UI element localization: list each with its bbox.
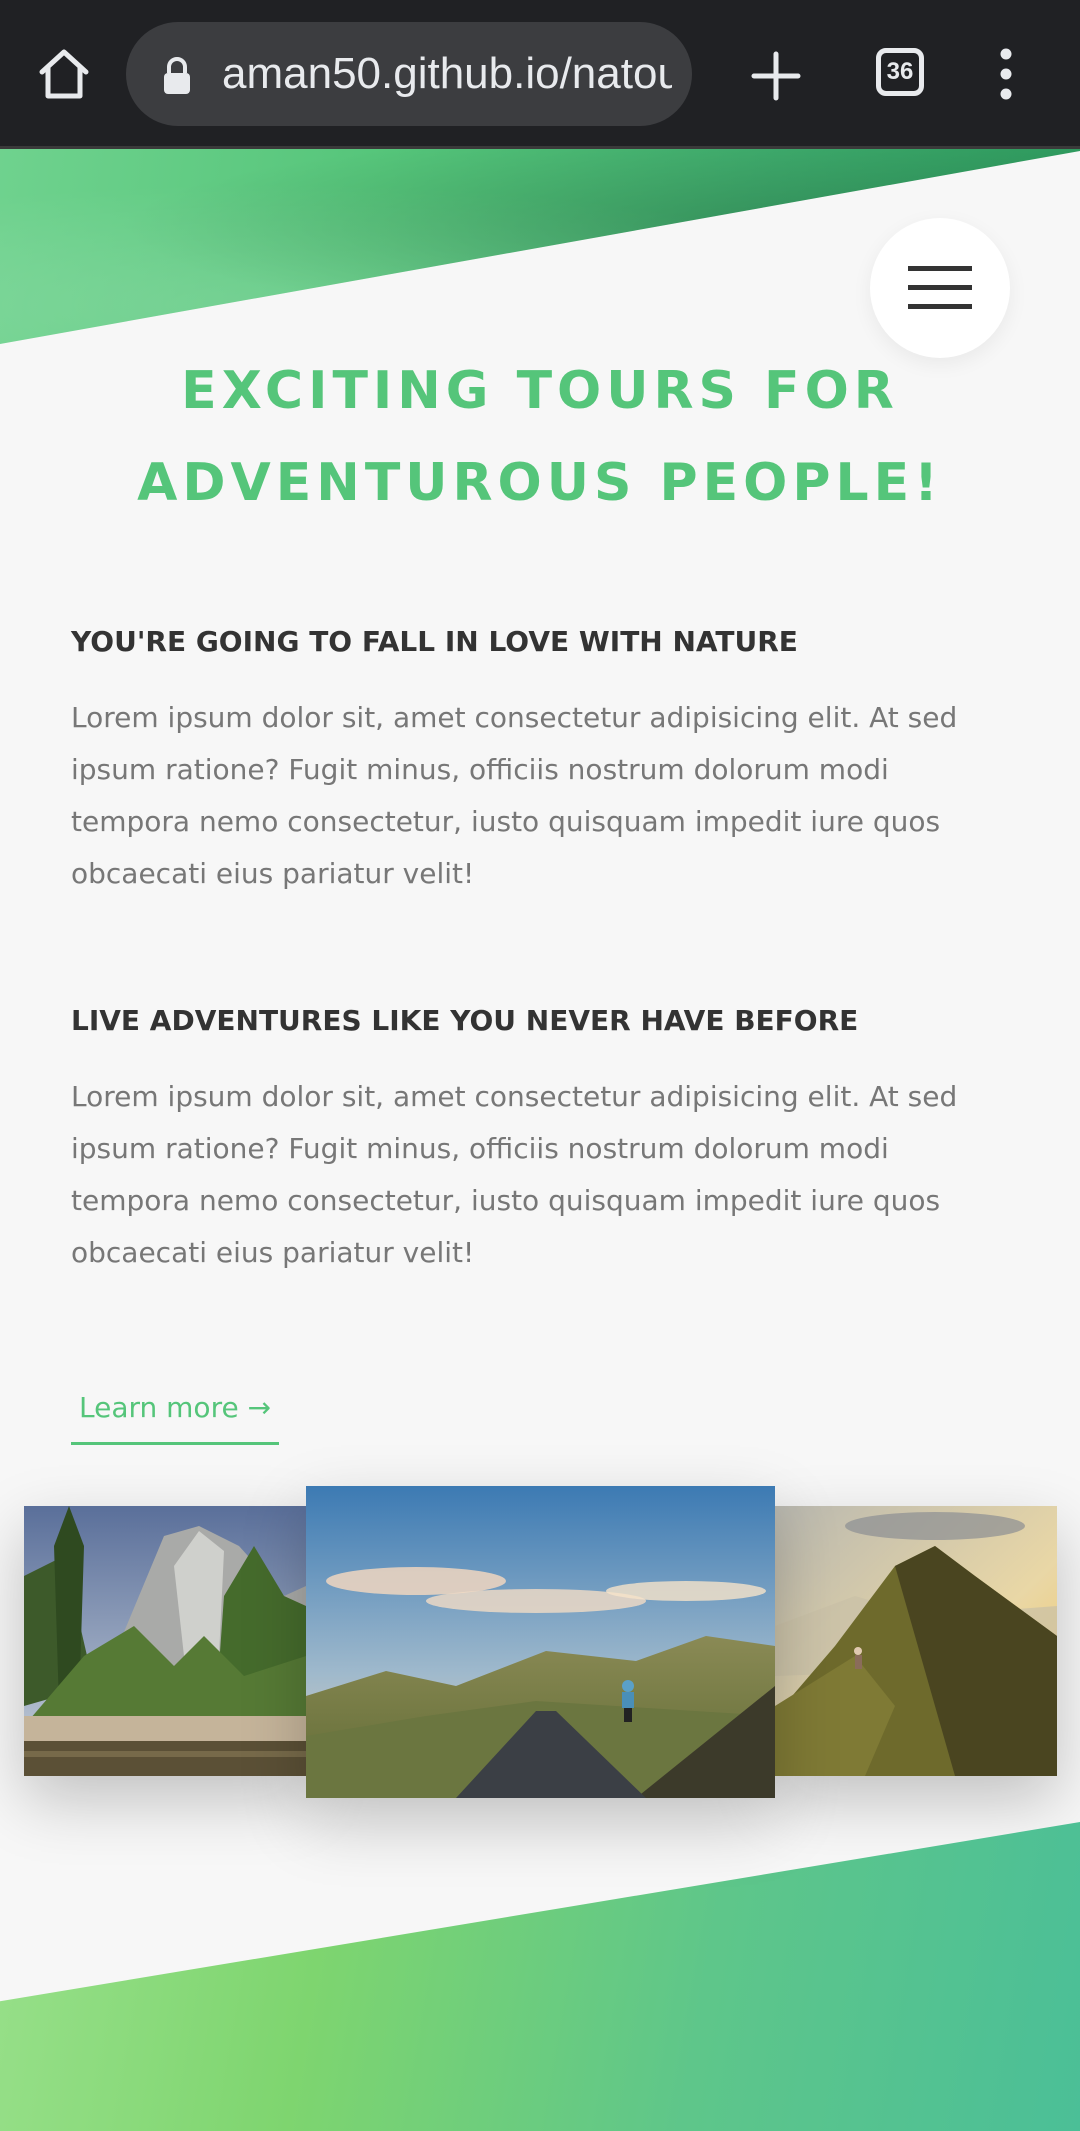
tours-section-background xyxy=(0,1822,1080,2131)
more-vertical-icon[interactable] xyxy=(986,44,1026,104)
navigation-button[interactable] xyxy=(870,218,1010,358)
address-bar[interactable]: aman50.github.io/natours/ xyxy=(126,22,692,126)
photo-forest-valley[interactable] xyxy=(24,1506,306,1776)
feature-text: Lorem ipsum dolor sit, amet consectetur … xyxy=(71,1080,958,1269)
hamburger-icon xyxy=(908,266,972,310)
tab-switcher-icon[interactable]: 36 xyxy=(876,48,924,96)
home-icon[interactable] xyxy=(34,44,94,104)
feature-title: LIVE ADVENTURES LIKE YOU NEVER HAVE BEFO… xyxy=(71,1004,859,1037)
photo-cyclist-road[interactable] xyxy=(306,1486,775,1798)
lock-icon xyxy=(162,56,192,96)
plus-icon[interactable] xyxy=(746,46,806,106)
learn-more-link[interactable]: Learn more → xyxy=(71,1380,280,1445)
url-text[interactable]: aman50.github.io/natours/ xyxy=(222,22,672,126)
feature-text: Lorem ipsum dolor sit, amet consectetur … xyxy=(71,701,958,890)
photo-mountain-ridge[interactable] xyxy=(775,1506,1057,1776)
section-heading: EXCITING TOURS FOR ADVENTUROUS PEOPLE! xyxy=(137,361,943,513)
browser-toolbar: aman50.github.io/natours/ 36 xyxy=(0,0,1080,149)
feature-title: YOU'RE GOING TO FALL IN LOVE WITH NATURE xyxy=(71,625,798,658)
tab-count: 36 xyxy=(886,58,914,85)
